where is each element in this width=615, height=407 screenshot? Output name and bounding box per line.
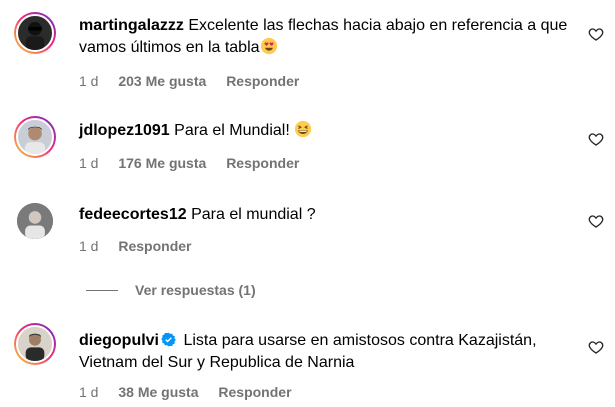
likes-count[interactable]: 203 Me gusta [118, 73, 206, 89]
comment-body: martingalazzz Excelente las flechas haci… [79, 15, 569, 59]
replies-divider [86, 290, 118, 291]
reply-button[interactable]: Responder [118, 238, 191, 254]
avatar[interactable] [14, 200, 56, 242]
avatar[interactable] [14, 323, 56, 365]
comment-time: 1 d [79, 155, 99, 171]
grinning-squinting-face-icon [295, 120, 312, 138]
comment-meta: 1 d Responder [79, 238, 207, 254]
comment-username[interactable]: fedeecortes12 [79, 206, 187, 223]
comment-text: Para el mundial ? [191, 206, 316, 223]
comment-body: diegopulvi Lista para usarse en amistoso… [79, 330, 569, 374]
comment-meta: 1 d 176 Me gusta Responder [79, 155, 315, 171]
comment-body: jdlopez1091 Para el Mundial! [79, 120, 569, 142]
comment-meta: 1 d 38 Me gusta Responder [79, 384, 308, 400]
likes-count[interactable]: 38 Me gusta [118, 384, 198, 400]
reply-button[interactable]: Responder [218, 384, 291, 400]
comment-username[interactable]: diegopulvi [79, 332, 159, 349]
comment-body: fedeecortes12 Para el mundial ? [79, 204, 569, 226]
comment-time: 1 d [79, 238, 99, 254]
avatar[interactable] [14, 12, 56, 54]
view-replies-label[interactable]: Ver respuestas (1) [135, 282, 256, 298]
smiling-face-with-heart-eyes-icon [260, 37, 277, 55]
comment-username[interactable]: martingalazzz [79, 17, 184, 34]
comment-time: 1 d [79, 384, 99, 400]
avatar-image [17, 203, 53, 239]
reply-button[interactable]: Responder [226, 73, 299, 89]
heart-outline-icon[interactable] [588, 213, 604, 229]
comment-text: Para el Mundial! [174, 122, 290, 139]
comment-meta: 1 d 203 Me gusta Responder [79, 73, 315, 89]
verified-badge-icon [161, 332, 176, 347]
heart-outline-icon[interactable] [588, 131, 604, 147]
avatar[interactable] [14, 116, 56, 158]
likes-count[interactable]: 176 Me gusta [118, 155, 206, 171]
avatar-image [16, 14, 54, 52]
heart-outline-icon[interactable] [588, 339, 604, 355]
avatar-image [16, 118, 54, 156]
avatar-image [16, 325, 54, 363]
reply-button[interactable]: Responder [226, 155, 299, 171]
heart-outline-icon[interactable] [588, 26, 604, 42]
comment-time: 1 d [79, 73, 99, 89]
comment-username[interactable]: jdlopez1091 [79, 122, 170, 139]
